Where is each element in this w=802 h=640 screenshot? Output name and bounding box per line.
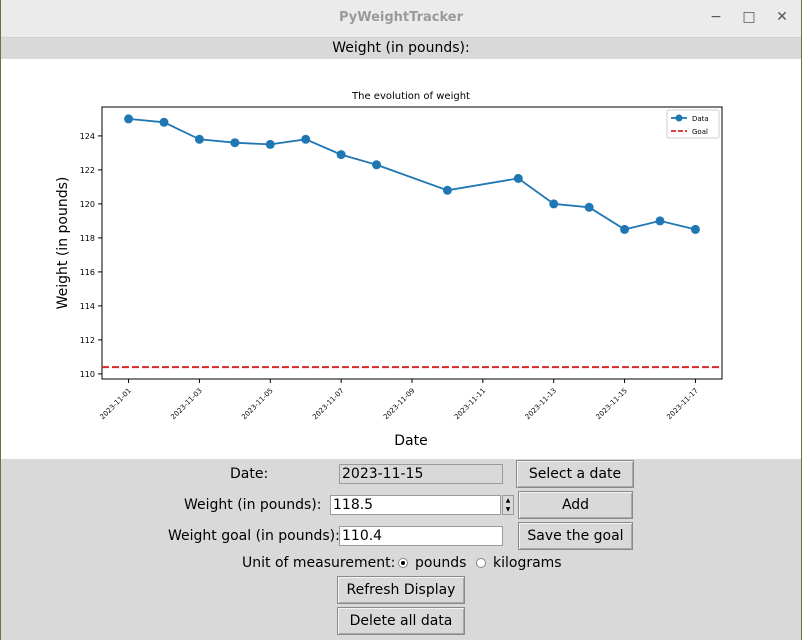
x-tick-label: 2023-11-13 <box>524 387 558 421</box>
unit-radio-kilograms[interactable] <box>476 558 486 568</box>
x-tick-label: 2023-11-15 <box>595 387 629 421</box>
minimize-icon[interactable]: − <box>708 9 724 25</box>
x-tick-label: 2023-11-01 <box>99 387 133 421</box>
x-axis-label: Date <box>394 433 427 449</box>
unit-option-pounds[interactable]: pounds <box>415 555 466 571</box>
delete-all-data-button[interactable]: Delete all data <box>337 607 465 635</box>
x-tick-label: 2023-11-17 <box>665 387 699 421</box>
save-goal-button[interactable]: Save the goal <box>518 522 633 550</box>
plot-area: 110 112 114 116 118 120 122 124 2023-11-01 2023-1… <box>1 59 801 459</box>
legend-data-marker <box>675 114 683 122</box>
refresh-display-button[interactable]: Refresh Display <box>337 576 465 604</box>
add-button[interactable]: Add <box>518 491 633 519</box>
data-point <box>265 139 275 149</box>
app-window: PyWeightTracker − □ ✕ Weight (in pounds)… <box>1 0 801 640</box>
chart-title: The evolution of weight <box>351 91 470 102</box>
date-label: Date: <box>230 466 269 482</box>
chart-header-label: Weight (in pounds): <box>1 38 801 59</box>
data-point <box>124 114 134 124</box>
data-point <box>230 138 240 148</box>
data-point <box>584 202 594 212</box>
window-title: PyWeightTracker <box>338 10 464 25</box>
spin-up-icon[interactable]: ▲ <box>503 496 513 505</box>
plot-frame <box>101 106 723 380</box>
data-point <box>159 117 169 127</box>
weight-label: Weight (in pounds): <box>184 497 322 513</box>
weight-chart: 110 112 114 116 118 120 122 124 2023-11-01 2023-1… <box>55 91 723 449</box>
unit-option-kilograms[interactable]: kilograms <box>493 555 562 571</box>
goal-label: Weight goal (in pounds): <box>168 528 340 544</box>
data-point <box>301 134 311 144</box>
data-point <box>372 160 382 170</box>
weight-spinner[interactable]: ▲ ▼ <box>502 495 514 515</box>
unit-radio-pounds[interactable] <box>398 558 408 568</box>
legend-data-label: Data <box>692 115 709 123</box>
y-tick-label: 118 <box>80 234 95 243</box>
y-tick-label: 116 <box>80 268 95 277</box>
data-point <box>549 199 559 209</box>
y-tick-label: 124 <box>80 132 95 141</box>
y-axis-label: Weight (in pounds) <box>55 177 71 310</box>
data-point <box>194 134 204 144</box>
data-point <box>442 185 452 195</box>
y-tick-label: 120 <box>80 200 95 209</box>
goal-input[interactable]: 110.4 <box>339 526 503 546</box>
y-tick-label: 112 <box>80 336 95 345</box>
select-date-button[interactable]: Select a date <box>516 460 634 488</box>
y-tick-label: 114 <box>80 302 95 311</box>
data-point <box>690 224 700 234</box>
data-point <box>620 224 630 234</box>
controls-panel: Date: 2023-11-15 Select a date Weight (i… <box>1 459 801 640</box>
x-tick-label: 2023-11-07 <box>311 387 345 421</box>
weight-input[interactable]: 118.5 <box>330 495 501 515</box>
maximize-icon[interactable]: □ <box>741 9 757 25</box>
title-bar: PyWeightTracker − □ ✕ <box>1 0 801 38</box>
x-tick-label: 2023-11-05 <box>240 387 274 421</box>
y-tick-label: 122 <box>80 166 95 175</box>
y-tick-label: 110 <box>80 370 95 379</box>
x-tick-label: 2023-11-11 <box>453 387 487 421</box>
data-point <box>655 216 665 226</box>
legend-goal-label: Goal <box>692 128 708 136</box>
x-tick-label: 2023-11-09 <box>382 387 416 421</box>
data-line <box>128 118 696 231</box>
spin-down-icon[interactable]: ▼ <box>503 505 513 514</box>
unit-label: Unit of measurement: <box>242 555 396 571</box>
close-icon[interactable]: ✕ <box>774 9 790 25</box>
data-point <box>336 150 346 160</box>
x-tick-label: 2023-11-03 <box>169 387 203 421</box>
date-field[interactable]: 2023-11-15 <box>339 464 503 484</box>
data-point <box>513 173 523 183</box>
